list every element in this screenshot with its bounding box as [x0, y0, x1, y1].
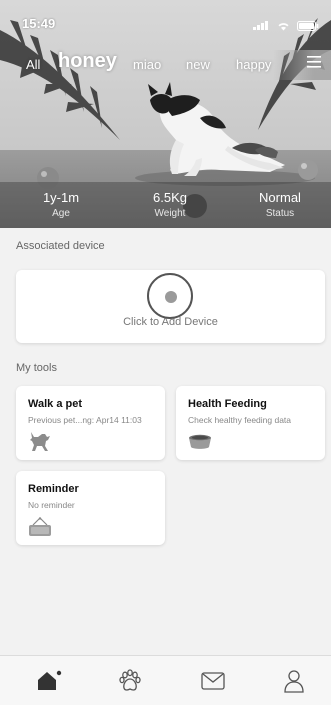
tool-reminder[interactable]: Reminder No reminder [16, 471, 165, 545]
wifi-icon [278, 22, 289, 31]
cat [148, 82, 285, 176]
tool-health-feeding[interactable]: Health Feeding Check healthy feeding dat… [176, 386, 325, 460]
stat-status-label: Status [265, 208, 295, 219]
menu-icon[interactable] [307, 56, 321, 68]
pet-tab-honey[interactable]: honey [58, 50, 117, 73]
tool-title: Walk a pet [28, 398, 82, 410]
stat-status-value: Normal [259, 190, 301, 205]
status-icons [253, 17, 319, 35]
stat-weight: 6.5Kg Weight [125, 190, 215, 219]
status-bar: 15:49 [0, 0, 331, 31]
food-bowl-icon [189, 434, 211, 449]
tap-indicator-dot [165, 291, 177, 303]
dog-icon [30, 432, 50, 451]
mail-icon[interactable] [201, 672, 225, 690]
tool-title: Health Feeding [188, 398, 267, 410]
paw-icon[interactable] [118, 669, 142, 693]
battery-icon [297, 20, 319, 31]
my-tools-title: My tools [16, 362, 57, 374]
tool-title: Reminder [28, 483, 79, 495]
pet-tab-all[interactable]: All [26, 57, 40, 72]
profile-icon[interactable] [283, 669, 305, 693]
pet-tab-happy[interactable]: happy [236, 57, 271, 72]
tool-subtitle: Previous pet...ng: Apr14 11:03 [28, 415, 142, 425]
stat-weight-label: Weight [154, 208, 186, 219]
stat-status: Normal Status [235, 190, 325, 219]
stat-age: 1y-1m Age [16, 190, 106, 219]
tabs-fade [273, 50, 331, 80]
stat-age-label: Age [52, 208, 70, 219]
pet-stats: 1y-1m Age 6.5Kg Weight Normal Status [0, 182, 331, 228]
associated-device-title: Associated device [16, 240, 105, 252]
stat-weight-value: 6.5Kg [153, 190, 187, 205]
pet-tab-new[interactable]: new [186, 57, 210, 72]
pet-hero-banner: 15:49 All honey miao new happy 1y-1m Age… [0, 0, 331, 228]
home-icon[interactable] [36, 669, 62, 693]
tool-subtitle: Check healthy feeding data [188, 415, 292, 425]
status-time: 15:49 [22, 16, 56, 31]
signal-icon [253, 21, 269, 31]
pet-tab-miao[interactable]: miao [133, 57, 161, 72]
tool-subtitle: No reminder [28, 500, 75, 510]
bottom-nav [0, 655, 331, 705]
open-sign-icon [29, 517, 51, 536]
tool-walk-a-pet[interactable]: Walk a pet Previous pet...ng: Apr14 11:0… [16, 386, 165, 460]
palm-leaf-left [0, 20, 120, 140]
stat-age-value: 1y-1m [42, 190, 80, 205]
